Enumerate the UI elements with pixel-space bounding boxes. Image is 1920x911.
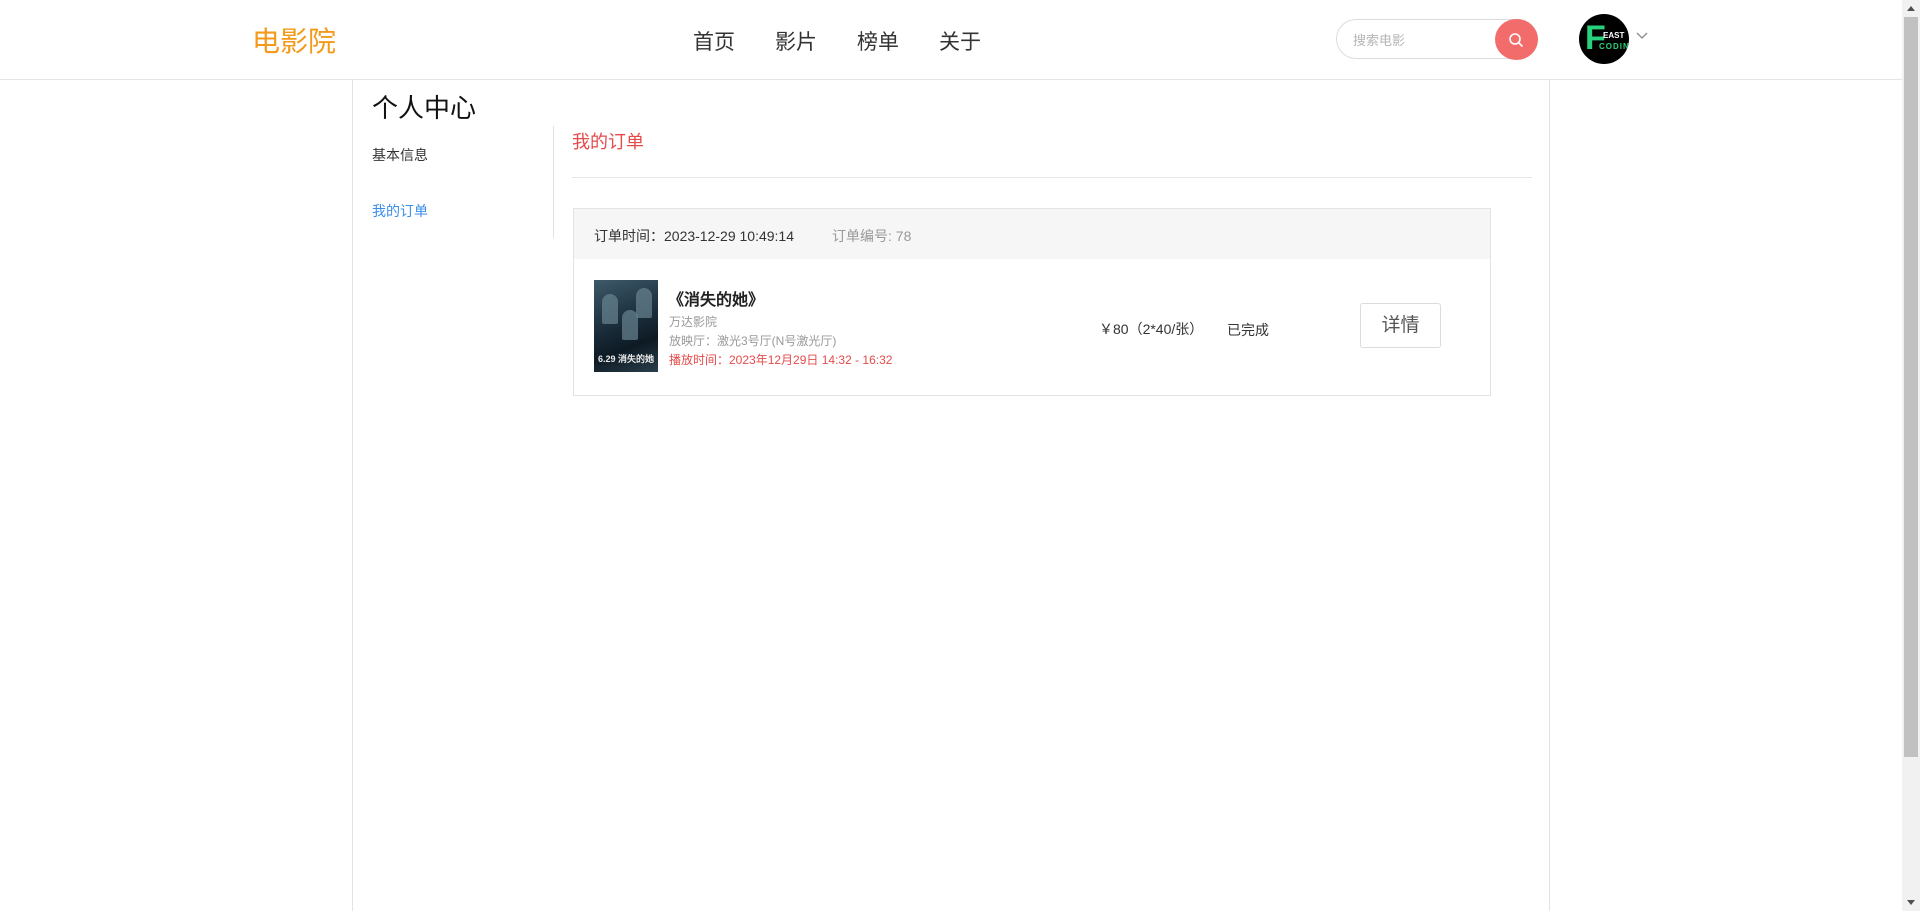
search-input[interactable] bbox=[1351, 29, 1485, 51]
screening-hall: 放映厅：激光3号厅(N号激光厅) bbox=[669, 334, 837, 348]
page-scrollbar[interactable] bbox=[1902, 0, 1920, 911]
main-nav: 首页 影片 榜单 关于 bbox=[693, 26, 1021, 56]
order-header: 订单时间：2023-12-29 10:49:14 订单编号: 78 bbox=[574, 209, 1490, 259]
show-time: 播放时间：2023年12月29日 14:32 - 16:32 bbox=[669, 353, 893, 367]
nav-movies[interactable]: 影片 bbox=[775, 26, 817, 56]
poster-title-text: 6.29 消失的她 bbox=[598, 354, 655, 364]
order-time: 订单时间：2023-12-29 10:49:14 bbox=[594, 228, 794, 244]
section-title: 我的订单 bbox=[572, 132, 644, 152]
poster-figure bbox=[636, 288, 652, 318]
main-container: 个人中心 基本信息 我的订单 我的订单 订单时间：2023-12-29 10:4… bbox=[352, 80, 1550, 911]
section-divider bbox=[572, 177, 1532, 178]
order-card: 订单时间：2023-12-29 10:49:14 订单编号: 78 6.29 消… bbox=[573, 208, 1491, 396]
cinema-name: 万达影院 bbox=[669, 315, 718, 329]
search-button[interactable] bbox=[1495, 19, 1538, 60]
nav-rankings[interactable]: 榜单 bbox=[857, 26, 899, 56]
poster-figure bbox=[602, 294, 618, 324]
order-detail-button[interactable]: 详情 bbox=[1360, 303, 1441, 348]
order-price: ￥80（2*40/张） bbox=[1099, 321, 1204, 337]
sidebar-item-my-orders[interactable]: 我的订单 bbox=[372, 201, 428, 221]
order-status: 已完成 bbox=[1227, 322, 1269, 338]
movie-poster[interactable]: 6.29 消失的她 bbox=[594, 280, 658, 372]
scroll-up-arrow-icon[interactable] bbox=[1907, 6, 1915, 11]
avatar-coding-text: CODING bbox=[1599, 42, 1629, 51]
avatar-east-text: EAST bbox=[1603, 31, 1625, 40]
sidebar-divider bbox=[553, 126, 554, 238]
page-title: 个人中心 bbox=[372, 93, 477, 123]
top-header: 电影院 首页 影片 榜单 关于 F EAST CODING bbox=[0, 0, 1902, 80]
movie-name[interactable]: 《消失的她》 bbox=[668, 286, 764, 310]
scroll-down-arrow-icon[interactable] bbox=[1907, 900, 1915, 905]
chevron-down-icon[interactable] bbox=[1636, 32, 1648, 40]
sidebar-item-basic-info[interactable]: 基本信息 bbox=[372, 145, 428, 165]
nav-about[interactable]: 关于 bbox=[939, 26, 981, 56]
scrollbar-thumb[interactable] bbox=[1904, 17, 1918, 757]
site-logo[interactable]: 电影院 bbox=[252, 20, 336, 60]
search-icon bbox=[1509, 33, 1523, 47]
order-number: 订单编号: 78 bbox=[832, 228, 912, 244]
user-avatar[interactable]: F EAST CODING bbox=[1579, 14, 1629, 64]
nav-home[interactable]: 首页 bbox=[693, 26, 735, 56]
